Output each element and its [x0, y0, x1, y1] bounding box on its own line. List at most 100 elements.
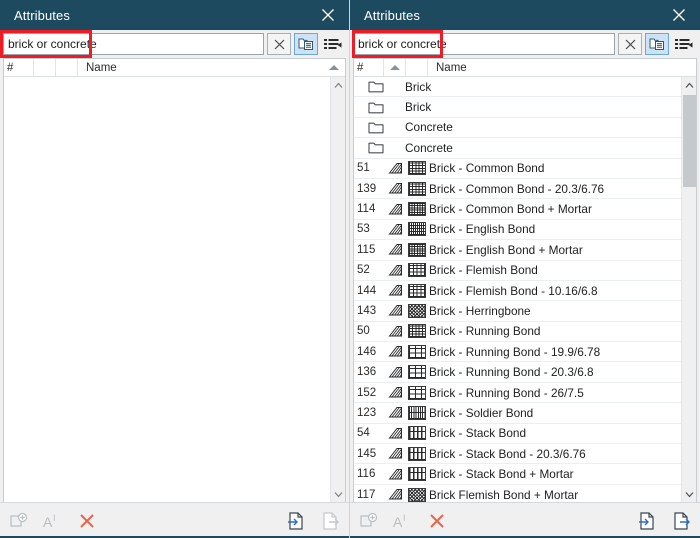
- hatch-icon: [384, 488, 406, 501]
- export-file-icon[interactable]: [670, 510, 692, 532]
- sort-ascending-icon[interactable]: [329, 65, 339, 70]
- hatch-icon: [384, 243, 406, 256]
- export-file-icon[interactable]: [319, 510, 341, 532]
- titlebar-left: Attributes: [0, 0, 349, 30]
- delete-x-icon[interactable]: [426, 510, 448, 532]
- row-name: Brick: [405, 79, 432, 94]
- vertical-scrollbar[interactable]: [330, 77, 345, 502]
- column-header-swatch[interactable]: [56, 59, 78, 77]
- table-row[interactable]: 52 Brick - Flemish Bond: [354, 261, 681, 281]
- pattern-swatch: [406, 365, 428, 380]
- table-row[interactable]: 152 Brick - Running Bond - 26/7.5: [354, 383, 681, 404]
- sort-ascending-icon[interactable]: [389, 65, 400, 70]
- pattern-swatch: [406, 344, 428, 359]
- pattern-swatch: [406, 303, 428, 318]
- pattern-swatch: [406, 181, 428, 196]
- column-header-name[interactable]: Name: [78, 59, 345, 77]
- row-name: Brick - Stack Bond: [429, 426, 527, 441]
- pattern-swatch: [406, 324, 428, 339]
- close-icon[interactable]: [313, 2, 343, 28]
- row-number: 116: [357, 468, 376, 481]
- import-file-icon[interactable]: [285, 510, 307, 532]
- rename-text-icon[interactable]: A I: [42, 510, 64, 532]
- bottom-toolbar-left-group: A I: [8, 510, 285, 532]
- folder-icon: [354, 121, 398, 134]
- new-attribute-icon[interactable]: [358, 510, 380, 532]
- clear-x-icon[interactable]: [267, 33, 291, 55]
- row-name: Brick - Common Bond + Mortar: [429, 202, 592, 217]
- pattern-swatch: [406, 222, 428, 237]
- close-icon[interactable]: [664, 2, 694, 28]
- table-row[interactable]: Concrete: [354, 118, 681, 139]
- searchbar-left: [0, 30, 349, 58]
- clear-x-icon[interactable]: [618, 33, 642, 55]
- table-row[interactable]: 143 Brick - Herringbone: [354, 301, 681, 322]
- scroll-up-icon[interactable]: [682, 77, 697, 93]
- table-row[interactable]: 114 Brick - Common Bond + Mortar: [354, 199, 681, 220]
- scrollbar-thumb[interactable]: [682, 95, 696, 187]
- table-row[interactable]: 139 Brick - Common Bond - 20.3/6.76: [354, 179, 681, 200]
- table-row[interactable]: Concrete: [354, 138, 681, 159]
- vertical-scrollbar[interactable]: [681, 77, 696, 502]
- column-header-number[interactable]: #: [354, 59, 384, 77]
- row-number: 54: [357, 427, 370, 440]
- scrollbar-track[interactable]: [331, 93, 346, 486]
- search-input-wrap: [3, 33, 264, 55]
- table-row[interactable]: 145 Brick - Stack Bond - 20.3/6.76: [354, 444, 681, 465]
- svg-text:I: I: [53, 513, 56, 523]
- hatch-icon: [384, 162, 406, 175]
- folder-view-icon[interactable]: [645, 33, 669, 55]
- scrollbar-track[interactable]: [682, 93, 697, 486]
- table-row[interactable]: 144 Brick - Flemish Bond - 10.16/6.8: [354, 281, 681, 302]
- table-row[interactable]: Brick: [354, 97, 681, 118]
- table-row[interactable]: 115 Brick - English Bond + Mortar: [354, 240, 681, 261]
- table-row[interactable]: 136 Brick - Running Bond - 20.3/6.8: [354, 362, 681, 383]
- list-view-icon[interactable]: [321, 33, 345, 55]
- list-view-icon[interactable]: [672, 33, 696, 55]
- search-input[interactable]: [3, 33, 264, 55]
- titlebar-right: Attributes: [350, 0, 700, 30]
- delete-x-icon[interactable]: [76, 510, 98, 532]
- row-number: 152: [357, 386, 377, 399]
- row-number: 53: [357, 223, 370, 236]
- row-name: Brick - Flemish Bond: [429, 263, 538, 278]
- column-header-hatch[interactable]: [34, 59, 56, 77]
- new-attribute-icon[interactable]: [8, 510, 30, 532]
- rename-text-icon[interactable]: A I: [392, 510, 414, 532]
- column-header-swatch[interactable]: [406, 59, 428, 77]
- table-row[interactable]: 116 Brick - Stack Bond + Mortar: [354, 464, 681, 485]
- row-number: 50: [357, 325, 370, 338]
- row-number: 123: [357, 406, 377, 419]
- table-row[interactable]: 146 Brick - Running Bond - 19.9/6.78: [354, 342, 681, 363]
- attributes-dialog-comparison: Attributes brick or concrete # Name A I …: [0, 0, 700, 538]
- row-name: Concrete: [405, 120, 453, 135]
- row-number: 52: [357, 264, 370, 277]
- row-name: Brick - Running Bond - 26/7.5: [429, 385, 584, 400]
- table-row[interactable]: 51 Brick - Common Bond: [354, 159, 681, 179]
- row-number: 117: [357, 488, 376, 501]
- hatch-icon: [384, 406, 406, 419]
- table-row[interactable]: 54 Brick - Stack Bond: [354, 424, 681, 445]
- table-row[interactable]: 50 Brick - Running Bond: [354, 322, 681, 343]
- column-header-hatch[interactable]: [384, 59, 406, 77]
- search-input-wrap: [353, 33, 615, 55]
- scroll-down-icon[interactable]: [682, 486, 697, 502]
- hatch-icon: [384, 366, 406, 379]
- column-header-number[interactable]: #: [4, 59, 34, 77]
- row-name: Brick - English Bond + Mortar: [429, 242, 583, 257]
- row-number: 115: [357, 243, 376, 256]
- table-row[interactable]: 53 Brick - English Bond: [354, 220, 681, 241]
- hatch-icon: [384, 325, 406, 338]
- table-row[interactable]: 117 Brick Flemish Bond + Mortar: [354, 485, 681, 502]
- folder-view-icon[interactable]: [294, 33, 318, 55]
- column-header-name[interactable]: Name: [428, 59, 696, 77]
- scroll-down-icon[interactable]: [331, 486, 346, 502]
- table-row[interactable]: 123 Brick - Soldier Bond: [354, 403, 681, 424]
- search-input[interactable]: [353, 33, 615, 55]
- table-row[interactable]: Brick: [354, 77, 681, 98]
- bottom-toolbar-left: A I: [0, 502, 349, 538]
- pattern-swatch: [406, 242, 428, 257]
- scroll-up-icon[interactable]: [331, 77, 346, 93]
- import-file-icon[interactable]: [636, 510, 658, 532]
- row-number: 143: [357, 304, 377, 317]
